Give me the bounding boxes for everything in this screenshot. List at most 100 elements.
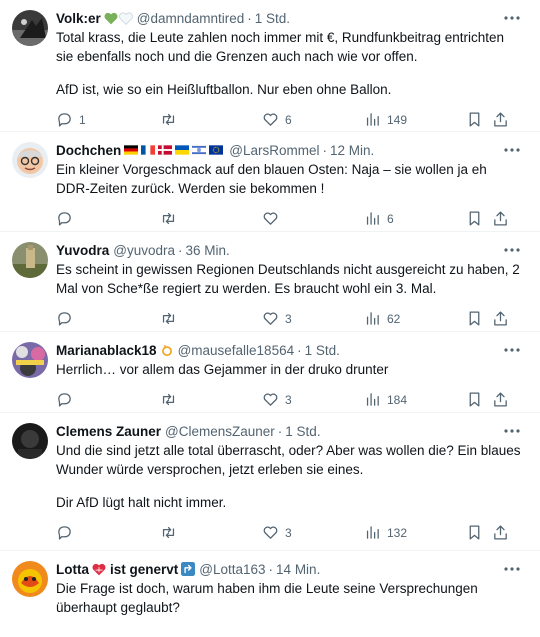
timestamp[interactable]: 14 Min. bbox=[276, 562, 320, 577]
author-name[interactable]: Yuvodra bbox=[56, 243, 109, 258]
author-handle[interactable]: @mausefalle18564 bbox=[178, 343, 295, 358]
views-button[interactable]: 132 bbox=[364, 524, 407, 541]
retweet-icon bbox=[162, 312, 175, 325]
timestamp[interactable]: 1 Std. bbox=[285, 424, 320, 439]
like-button[interactable]: 3 bbox=[262, 391, 292, 408]
tweet-text: Total krass, die Leute zahlen noch immer… bbox=[56, 30, 504, 97]
share-button[interactable] bbox=[492, 310, 509, 327]
author-handle[interactable]: @Lotta163 bbox=[199, 562, 265, 577]
views-button[interactable]: 62 bbox=[364, 310, 400, 327]
share-icon bbox=[494, 311, 507, 326]
views-count: 132 bbox=[387, 525, 408, 540]
retweet-button[interactable] bbox=[160, 524, 177, 541]
name-emoji bbox=[104, 12, 133, 25]
timestamp[interactable]: 36 Min. bbox=[186, 243, 230, 258]
timestamp[interactable]: 1 Std. bbox=[255, 11, 290, 26]
more-options-icon[interactable] bbox=[502, 559, 522, 579]
bookmark-icon bbox=[469, 112, 480, 127]
bookmark-button[interactable] bbox=[466, 524, 483, 541]
retweet-icon bbox=[162, 113, 175, 126]
share-button[interactable] bbox=[492, 391, 509, 408]
views-button[interactable]: 184 bbox=[364, 391, 407, 408]
share-button[interactable] bbox=[492, 524, 509, 541]
share-icon bbox=[494, 211, 507, 226]
author-handle[interactable]: @damndamntired bbox=[137, 11, 245, 26]
reply-button[interactable] bbox=[56, 524, 79, 541]
avatar[interactable] bbox=[12, 142, 48, 178]
flag-eu-icon bbox=[209, 145, 224, 155]
timestamp[interactable]: 12 Min. bbox=[330, 143, 374, 158]
flag-dk-icon bbox=[158, 145, 173, 155]
heart-icon bbox=[263, 312, 278, 325]
views-icon bbox=[366, 212, 379, 225]
author-name-suffix[interactable]: ist genervt bbox=[110, 562, 178, 577]
share-button[interactable] bbox=[492, 111, 509, 128]
author-name[interactable]: Clemens Zauner bbox=[56, 424, 161, 439]
bookmark-button[interactable] bbox=[466, 391, 483, 408]
avatar[interactable] bbox=[12, 423, 48, 459]
author-name[interactable]: Volk:er bbox=[56, 11, 101, 26]
heart-icon bbox=[263, 526, 278, 539]
timestamp[interactable]: 1 Std. bbox=[305, 343, 340, 358]
like-button[interactable]: 6 bbox=[262, 111, 292, 128]
author-handle[interactable]: @LarsRommel bbox=[229, 143, 319, 158]
share-icon bbox=[494, 392, 507, 407]
tweet[interactable]: Lotta ist genervt @Lotta163 · 14 Min. Di… bbox=[0, 551, 540, 637]
author-name[interactable]: Lotta bbox=[56, 562, 89, 577]
retweet-button[interactable] bbox=[160, 310, 177, 327]
reply-button[interactable] bbox=[56, 391, 79, 408]
tweet[interactable]: Volk:er @damndamntired · 1 Std. Total kr… bbox=[0, 0, 540, 132]
reply-button[interactable] bbox=[56, 210, 79, 227]
author-handle[interactable]: @yuvodra bbox=[113, 243, 175, 258]
like-button[interactable]: 3 bbox=[262, 310, 292, 327]
views-count: 184 bbox=[387, 392, 408, 407]
flag-emojis bbox=[124, 145, 225, 155]
reply-button[interactable]: 1 bbox=[56, 111, 86, 128]
author-handle[interactable]: @ClemensZauner bbox=[165, 424, 275, 439]
views-count: 6 bbox=[387, 211, 394, 226]
more-options-icon[interactable] bbox=[502, 140, 522, 160]
views-icon bbox=[366, 526, 379, 539]
heart-icon bbox=[263, 393, 278, 406]
avatar[interactable] bbox=[12, 561, 48, 597]
views-button[interactable]: 6 bbox=[364, 210, 394, 227]
author-name[interactable]: Dochchen bbox=[56, 143, 121, 158]
reply-button[interactable] bbox=[56, 310, 79, 327]
tweet[interactable]: Dochchen @LarsRommel · 12 Min. Ein klein… bbox=[0, 132, 540, 232]
avatar[interactable] bbox=[12, 242, 48, 278]
like-button[interactable] bbox=[262, 210, 285, 227]
avatar[interactable] bbox=[12, 342, 48, 378]
bookmark-button[interactable] bbox=[466, 111, 483, 128]
tweet-text: Herrlich… vor allem das Gejammer in der … bbox=[56, 362, 389, 377]
more-options-icon[interactable] bbox=[502, 8, 522, 28]
reply-icon bbox=[58, 312, 71, 326]
share-icon bbox=[494, 525, 507, 540]
bookmark-icon bbox=[469, 525, 480, 540]
like-count: 3 bbox=[285, 311, 292, 326]
tweet[interactable]: Marianablack18 @mausefalle18564 · 1 Std.… bbox=[0, 332, 540, 413]
views-icon bbox=[366, 113, 379, 126]
tweet[interactable]: Clemens Zauner @ClemensZauner · 1 Std. U… bbox=[0, 413, 540, 551]
more-options-icon[interactable] bbox=[502, 240, 522, 260]
name-emoji bbox=[92, 563, 106, 576]
bookmark-button[interactable] bbox=[466, 210, 483, 227]
retweet-icon bbox=[162, 393, 175, 406]
heart-icon bbox=[263, 212, 278, 225]
views-icon bbox=[366, 312, 379, 325]
more-options-icon[interactable] bbox=[502, 340, 522, 360]
name-emoji bbox=[160, 343, 174, 357]
tweet[interactable]: Yuvodra @yuvodra · 36 Min. Es scheint in… bbox=[0, 232, 540, 332]
retweet-button[interactable] bbox=[160, 111, 177, 128]
views-icon bbox=[366, 393, 379, 406]
views-button[interactable]: 149 bbox=[364, 111, 407, 128]
author-name[interactable]: Marianablack18 bbox=[56, 343, 157, 358]
retweet-button[interactable] bbox=[160, 391, 177, 408]
bookmark-button[interactable] bbox=[466, 310, 483, 327]
more-options-icon[interactable] bbox=[502, 421, 522, 441]
retweet-icon bbox=[162, 212, 175, 225]
like-button[interactable]: 3 bbox=[262, 524, 292, 541]
avatar[interactable] bbox=[12, 10, 48, 46]
retweet-button[interactable] bbox=[160, 210, 177, 227]
share-button[interactable] bbox=[492, 210, 509, 227]
reply-icon bbox=[58, 526, 71, 540]
